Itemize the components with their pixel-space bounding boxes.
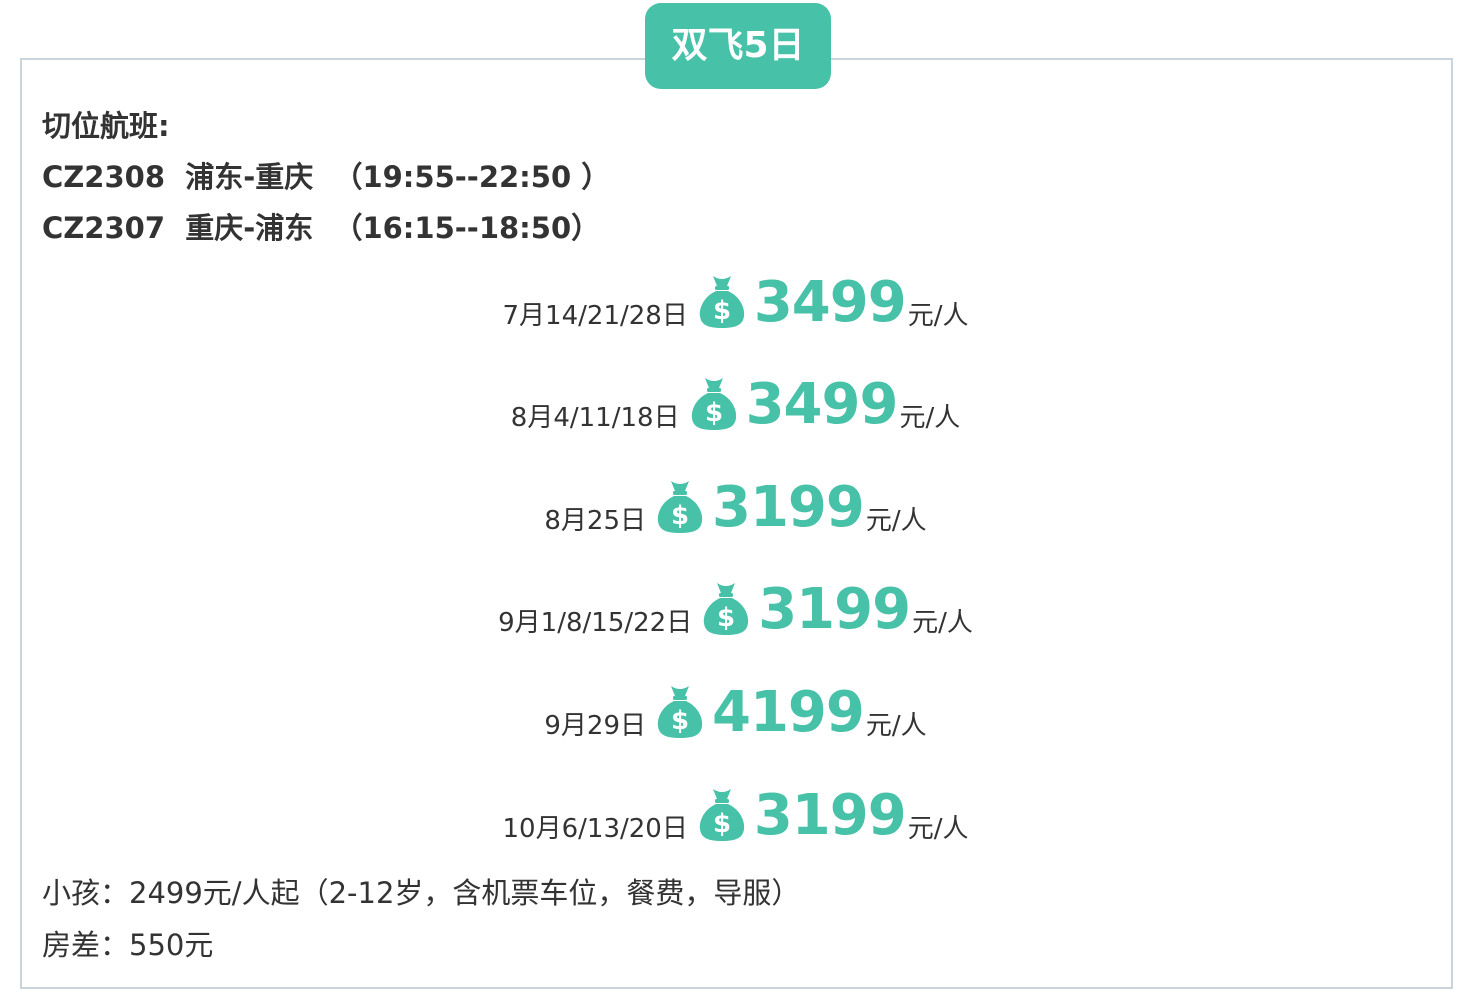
child-price-note: 小孩：2499元/人起（2-12岁，含机票车位，餐费，导服） [42,876,801,910]
flight-return: CZ2307 重庆-浦东 （16:15--18:50） [42,211,601,245]
price-amount: 3499 [753,269,907,335]
price-row: 8月4/11/18日 $ 3499 元/人 [0,371,1471,474]
price-amount: 3499 [745,372,899,438]
price-amount: 3199 [712,474,865,540]
price-amount: 4199 [712,679,865,745]
tour-badge: 双飞5日 [645,3,831,89]
price-list: 7月14/21/28日 $ 3499 元/人 8月4/11/18日 $ 3499… [0,268,1471,884]
money-bag-icon: $ [657,685,703,738]
price-unit: 元/人 [907,300,969,331]
money-bag-icon: $ [699,275,744,328]
departure-dates: 10月6/13/20日 [502,813,688,844]
departure-dates: 8月4/11/18日 [510,403,680,434]
price-unit: 元/人 [912,608,973,639]
svg-text:$: $ [671,501,689,531]
departure-dates: 8月25日 [544,505,646,536]
money-bag-icon: $ [704,583,749,636]
svg-text:$: $ [713,809,731,839]
price-unit: 元/人 [865,505,927,536]
money-bag-icon: $ [699,788,744,841]
departure-dates: 9月1/8/15/22日 [498,608,693,639]
flight-info: 切位航班: CZ2308 浦东-重庆 （19:55--22:50 ） CZ230… [42,104,610,257]
svg-text:$: $ [705,398,723,428]
pricing-notes: 小孩：2499元/人起（2-12岁，含机票车位，餐费，导服） 房差：550元 [42,868,800,972]
departure-dates: 9月29日 [544,710,646,741]
price-amount: 3199 [758,577,911,643]
room-surcharge-note: 房差：550元 [42,928,214,962]
price-row: 9月1/8/15/22日 $ 3199 元/人 [0,576,1471,679]
svg-text:$: $ [713,296,731,326]
svg-text:$: $ [671,706,689,736]
price-row: 9月29日 $ 4199 元/人 [0,678,1471,781]
price-row: 8月25日 $ 3199 元/人 [0,473,1471,576]
price-unit: 元/人 [865,710,927,741]
price-row: 7月14/21/28日 $ 3499 元/人 [0,268,1471,371]
money-bag-icon: $ [691,378,736,431]
departure-dates: 7月14/21/28日 [502,300,688,331]
svg-text:$: $ [717,603,735,633]
price-unit: 元/人 [899,403,961,434]
flight-title: 切位航班: [42,109,170,143]
flight-outbound: CZ2308 浦东-重庆 （19:55--22:50 ） [42,160,611,194]
price-unit: 元/人 [907,813,969,844]
money-bag-icon: $ [657,480,703,533]
price-amount: 3199 [753,782,907,848]
